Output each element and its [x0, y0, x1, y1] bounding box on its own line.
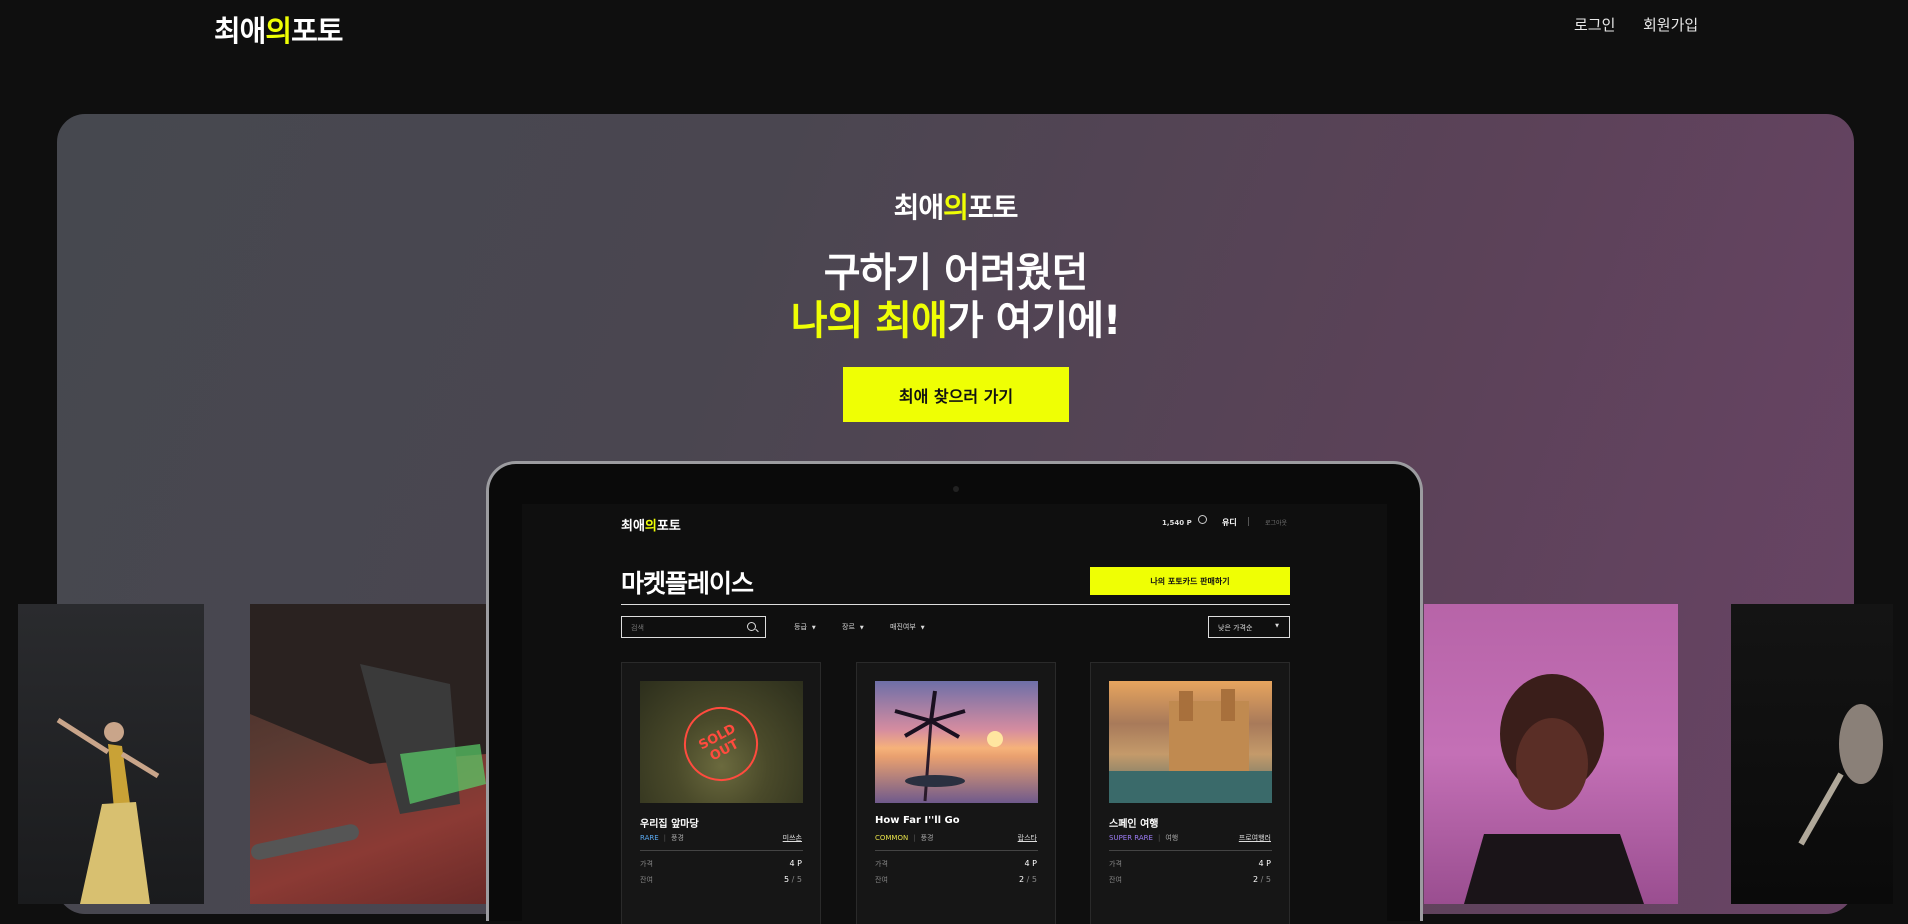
page-title: 마켓플레이스	[621, 569, 754, 598]
marketplace-screen: 최애의포토 1,540 P 유디 로그아웃 마켓플레이스 나의 포토카드 판매하…	[522, 504, 1387, 924]
bell-icon[interactable]	[1198, 515, 1207, 524]
hero-headline-2: 나의 최애가 여기에!	[790, 298, 1122, 344]
remain-value: 5 / 5	[784, 875, 802, 884]
search-placeholder: 검색	[631, 624, 644, 632]
title-divider	[621, 604, 1290, 605]
price-label: 가격	[640, 860, 653, 868]
card-meta: SUPER RARE | 여행	[1109, 834, 1179, 842]
chevron-down-icon: ▼	[811, 625, 816, 631]
chevron-down-icon: ▼	[1275, 623, 1279, 629]
user-name[interactable]: 유디	[1222, 517, 1237, 528]
card-owner[interactable]: 랍스타	[1018, 833, 1037, 843]
portrait-photo	[1424, 604, 1678, 904]
chevron-down-icon: ▼	[920, 625, 925, 631]
card-owner[interactable]: 프로여행러	[1239, 833, 1271, 843]
card-image	[1109, 681, 1272, 803]
divider	[1248, 517, 1249, 526]
photocard[interactable]: How Far I''ll Go COMMON | 풍경 랍스타 가격 4 P 잔여…	[856, 662, 1056, 924]
remain-value: 2 / 5	[1019, 875, 1037, 884]
top-nav: 최애의포토 로그인 회원가입	[0, 0, 1908, 52]
card-title: 스페인 여행	[1109, 819, 1159, 830]
price-value: 4 P	[789, 859, 802, 868]
card-image	[875, 681, 1038, 803]
genre-filter[interactable]: 장르 ▼	[842, 622, 864, 632]
remain-label: 잔여	[1109, 876, 1122, 884]
photocard[interactable]: 스페인 여행 SUPER RARE | 여행 프로여행러 가격 4 P 잔여 2 /…	[1090, 662, 1290, 924]
search-input[interactable]: 검색	[621, 616, 766, 638]
remain-label: 잔여	[875, 876, 888, 884]
price-label: 가격	[1109, 860, 1122, 868]
sort-select[interactable]: 낮은 가격순 ▼	[1208, 616, 1290, 638]
signup-link[interactable]: 회원가입	[1643, 14, 1698, 35]
price-value: 4 P	[1024, 859, 1037, 868]
laptop-mockup: 최애의포토 1,540 P 유디 로그아웃 마켓플레이스 나의 포토카드 판매하…	[486, 461, 1423, 924]
search-icon[interactable]	[747, 622, 756, 631]
card-title: How Far I''ll Go	[875, 815, 960, 826]
card-meta: COMMON | 풍경	[875, 834, 934, 842]
card-divider	[875, 850, 1038, 851]
card-divider	[640, 850, 803, 851]
soldout-filter[interactable]: 매진여부 ▼	[890, 622, 925, 632]
card-meta: RARE | 풍경	[640, 834, 684, 842]
dancer-photo	[18, 604, 204, 904]
card-image: SOLD OUT	[640, 681, 803, 803]
chevron-down-icon: ▼	[859, 625, 864, 631]
remain-label: 잔여	[640, 876, 653, 884]
site-logo[interactable]: 최애의포토	[214, 8, 343, 50]
find-favorite-button[interactable]: 최애 찾으러 가기	[843, 367, 1069, 422]
card-owner[interactable]: 미쓰손	[783, 833, 802, 843]
card-divider	[1109, 850, 1272, 851]
dancer-photo-2	[1731, 604, 1893, 904]
runner-photo	[250, 604, 486, 904]
sell-photocard-button[interactable]: 나의 포토카드 판매하기	[1090, 567, 1290, 595]
login-link[interactable]: 로그인	[1574, 14, 1615, 35]
grade-filter[interactable]: 등급 ▼	[794, 622, 816, 632]
hero-logo: 최애의포토	[893, 191, 1019, 224]
card-title: 우리집 앞마당	[640, 819, 699, 830]
logout-link[interactable]: 로그아웃	[1265, 518, 1287, 527]
remain-value: 2 / 5	[1253, 875, 1271, 884]
marketplace-logo[interactable]: 최애의포토	[621, 515, 681, 534]
photocard[interactable]: SOLD OUT 우리집 앞마당 RARE | 풍경 미쓰손 가격 4 P 잔여 5…	[621, 662, 821, 924]
camera-dot	[953, 486, 959, 492]
sold-out-stamp: SOLD OUT	[670, 693, 772, 795]
points-balance: 1,540 P	[1162, 519, 1192, 527]
price-label: 가격	[875, 860, 888, 868]
price-value: 4 P	[1258, 859, 1271, 868]
